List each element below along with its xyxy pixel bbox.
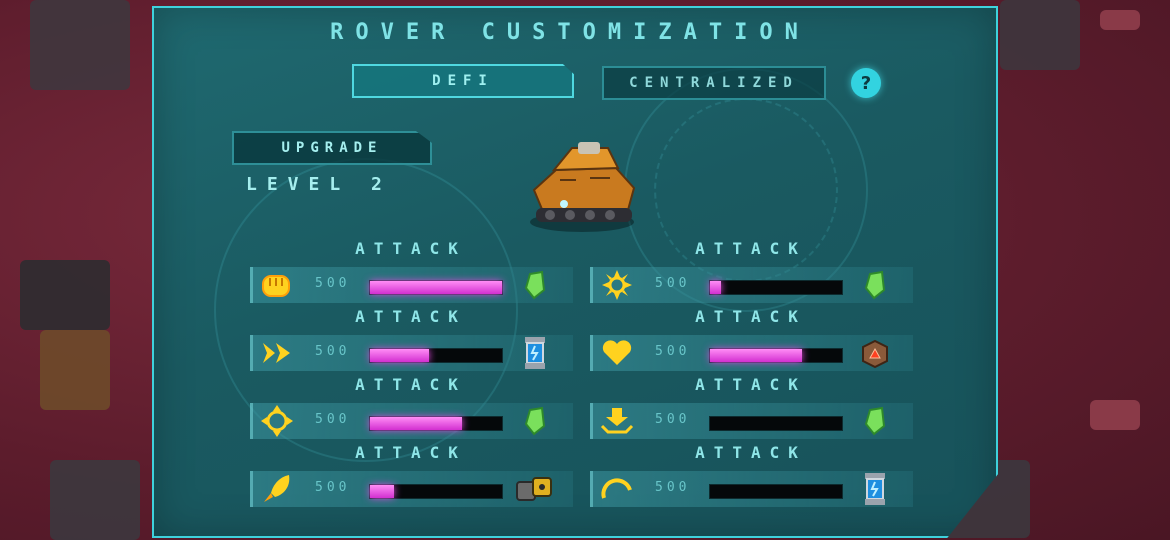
stat-label: ATTACK bbox=[355, 443, 467, 462]
stat-bar bbox=[369, 348, 503, 363]
level-label: LEVEL 2 bbox=[246, 174, 392, 195]
stat-bar-fill bbox=[710, 349, 803, 362]
stat-row-3[interactable]: 500 bbox=[590, 335, 913, 371]
stat-bar bbox=[369, 416, 503, 431]
loot-crate-icon bbox=[855, 335, 895, 371]
fuel-barrels-icon bbox=[515, 471, 555, 507]
heart-icon bbox=[599, 335, 635, 371]
stat-bar bbox=[369, 484, 503, 499]
rocket-icon bbox=[259, 471, 295, 507]
stat-row-6[interactable]: 500 bbox=[250, 471, 573, 507]
stat-label: ATTACK bbox=[695, 239, 807, 258]
stat-bar-fill bbox=[370, 417, 463, 430]
stat-row-2[interactable]: 500 bbox=[250, 335, 573, 371]
green-crystal-icon bbox=[855, 403, 895, 439]
energy-canister-icon bbox=[855, 471, 895, 507]
stat-row-0[interactable]: 500 bbox=[250, 267, 573, 303]
turret-prop bbox=[50, 460, 140, 540]
stat-value: 500 bbox=[315, 276, 351, 291]
stat-label: ATTACK bbox=[695, 443, 807, 462]
energy-canister-icon bbox=[515, 335, 555, 371]
help-button[interactable]: ? bbox=[851, 68, 881, 98]
stat-bar bbox=[709, 348, 843, 363]
green-crystal-icon bbox=[855, 267, 895, 303]
stat-label: ATTACK bbox=[355, 375, 467, 394]
fist-icon bbox=[259, 267, 295, 303]
stat-row-1[interactable]: 500 bbox=[590, 267, 913, 303]
stat-value: 500 bbox=[655, 344, 691, 359]
stat-bar-fill bbox=[370, 485, 394, 498]
crosshair-icon bbox=[259, 403, 295, 439]
stat-bar bbox=[709, 416, 843, 431]
download-tray-icon bbox=[599, 403, 635, 439]
stat-value: 500 bbox=[315, 480, 351, 495]
tab-defi[interactable]: DEFI bbox=[352, 64, 574, 98]
stat-row-7[interactable]: 500 bbox=[590, 471, 913, 507]
crate-prop bbox=[40, 330, 110, 410]
rock-prop bbox=[1090, 400, 1140, 430]
tab-centralized[interactable]: CENTRALIZED bbox=[602, 66, 826, 100]
page-title: ROVER CUSTOMIZATION bbox=[330, 20, 810, 45]
stat-bar bbox=[369, 280, 503, 295]
fast-forward-icon bbox=[259, 335, 295, 371]
stat-bar-fill bbox=[370, 281, 502, 294]
stat-value: 500 bbox=[655, 412, 691, 427]
stat-label: ATTACK bbox=[695, 375, 807, 394]
sun-gear-icon bbox=[599, 267, 635, 303]
speed-gauge-icon bbox=[599, 471, 635, 507]
stat-label: ATTACK bbox=[355, 307, 467, 326]
barrier-prop bbox=[20, 260, 110, 330]
stat-row-4[interactable]: 500 bbox=[250, 403, 573, 439]
stat-value: 500 bbox=[315, 412, 351, 427]
stat-row-5[interactable]: 500 bbox=[590, 403, 913, 439]
stat-value: 500 bbox=[655, 480, 691, 495]
stat-label: ATTACK bbox=[695, 307, 807, 326]
turret-prop bbox=[1000, 0, 1080, 70]
stat-bar bbox=[709, 484, 843, 499]
stat-label: ATTACK bbox=[355, 239, 467, 258]
upgrade-button[interactable]: UPGRADE bbox=[232, 131, 432, 165]
green-crystal-icon bbox=[515, 403, 555, 439]
stat-bar-fill bbox=[710, 281, 721, 294]
rock-prop bbox=[1100, 10, 1140, 30]
stat-bar-fill bbox=[370, 349, 430, 362]
stat-value: 500 bbox=[315, 344, 351, 359]
rover-image bbox=[530, 142, 636, 232]
turret-prop bbox=[30, 0, 130, 90]
green-crystal-icon bbox=[515, 267, 555, 303]
stat-bar bbox=[709, 280, 843, 295]
stat-value: 500 bbox=[655, 276, 691, 291]
